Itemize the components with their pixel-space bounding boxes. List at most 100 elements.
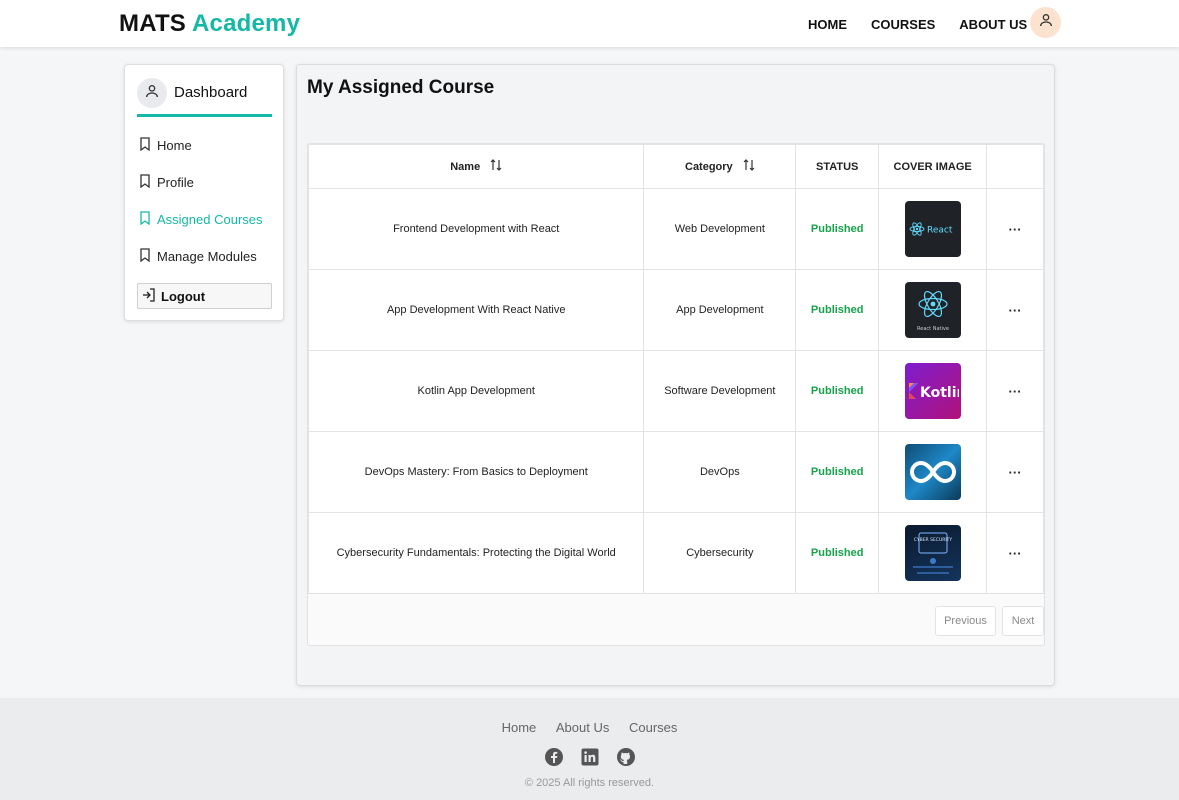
cover-image-cell: React (878, 188, 988, 270)
status-badge: Published (795, 188, 880, 270)
cover-text: CYBER SECURITY (913, 537, 952, 543)
facebook-icon[interactable] (544, 747, 564, 772)
sidebar-item-profile[interactable]: Profile (139, 173, 194, 191)
sidebar-item-manage-modules[interactable]: Manage Modules (139, 247, 257, 265)
row-actions-cell: ··· (986, 350, 1044, 432)
next-page-button[interactable]: Next (1002, 606, 1044, 636)
course-name: App Development With React Native (307, 269, 645, 351)
sidebar-item-label: Home (157, 137, 192, 153)
table-row: Kotlin App Development Software Developm… (307, 350, 1044, 432)
bookmark-icon (139, 247, 157, 265)
cover-text: Kotlin (920, 385, 959, 401)
footer-link-courses[interactable]: Courses (629, 720, 677, 735)
cover-image-devops (904, 444, 961, 500)
nav-link-home[interactable]: HOME (808, 17, 847, 32)
cover-text: React (927, 226, 953, 236)
column-header-name[interactable]: Name (307, 144, 645, 189)
brand-name-part2: Academy (192, 10, 301, 37)
sidebar-item-label: Profile (157, 174, 194, 190)
user-icon (144, 83, 160, 104)
sidebar-title: Dashboard (174, 84, 248, 101)
cover-image-cybersecurity: CYBER SECURITY (904, 525, 961, 581)
course-category: App Development (643, 269, 797, 351)
table-row: Frontend Development with React Web Deve… (307, 188, 1044, 270)
copyright-text: © 2025 All rights reserved. (524, 777, 655, 789)
logout-icon (142, 287, 161, 305)
column-header-cover-image: COVER IMAGE (878, 144, 988, 189)
more-options-button[interactable]: ··· (1009, 303, 1022, 318)
course-category: Cybersecurity (643, 512, 797, 594)
table-row: Cybersecurity Fundamentals: Protecting t… (307, 512, 1044, 594)
row-actions-cell: ··· (986, 512, 1044, 594)
sidebar-item-label: Manage Modules (157, 248, 257, 264)
column-header-actions (986, 144, 1044, 189)
top-navbar: MATS Academy HOME COURSES ABOUT US (0, 0, 1179, 47)
course-name: Kotlin App Development (307, 350, 645, 432)
column-header-status: STATUS (795, 144, 880, 189)
row-actions-cell: ··· (986, 269, 1044, 351)
user-icon (1038, 12, 1054, 33)
footer-link-home[interactable]: Home (502, 720, 537, 735)
sidebar-item-label: Assigned Courses (157, 211, 263, 227)
course-name: Frontend Development with React (307, 188, 645, 270)
status-badge: Published (795, 431, 880, 513)
footer: Home About Us Courses © 2025 All rights … (0, 698, 1179, 800)
logout-button[interactable]: Logout (137, 283, 272, 309)
cover-image-react: React (904, 201, 961, 257)
footer-social-icons (0, 747, 1179, 772)
sidebar-header: Dashboard (137, 78, 272, 117)
courses-table-card: Name Category STATUS COVER IMAGE Fronten… (307, 143, 1045, 646)
bookmark-icon (139, 173, 157, 191)
page-title: My Assigned Course (307, 77, 495, 98)
more-options-button[interactable]: ··· (1009, 384, 1022, 399)
course-name: DevOps Mastery: From Basics to Deploymen… (307, 431, 645, 513)
more-options-button[interactable]: ··· (1009, 546, 1022, 561)
course-name: Cybersecurity Fundamentals: Protecting t… (307, 512, 645, 594)
more-options-button[interactable]: ··· (1009, 222, 1022, 237)
bookmark-icon (139, 210, 157, 228)
status-badge: Published (795, 350, 880, 432)
row-actions-cell: ··· (986, 188, 1044, 270)
column-header-label: Name (450, 160, 481, 173)
footer-links: Home About Us Courses (0, 720, 1179, 735)
course-category: Web Development (643, 188, 797, 270)
cover-image-cell: React Native (878, 269, 988, 351)
cover-image-cell (878, 431, 988, 513)
brand-name-part1: MATS (119, 10, 187, 37)
status-badge: Published (795, 269, 880, 351)
sidebar-item-assigned-courses[interactable]: Assigned Courses (139, 210, 263, 228)
cover-image-cell: Kotlin (878, 350, 988, 432)
course-category: DevOps (643, 431, 797, 513)
sidebar-avatar (137, 78, 167, 108)
cover-text: React Native (917, 326, 949, 332)
github-icon[interactable] (616, 747, 636, 772)
sort-icon (480, 159, 502, 174)
nav-link-about-us[interactable]: ABOUT US (959, 17, 1027, 32)
column-header-category[interactable]: Category (643, 144, 797, 189)
table-row: App Development With React Native App De… (307, 269, 1044, 351)
sidebar-item-home[interactable]: Home (139, 136, 192, 154)
main-panel: My Assigned Course Name Category STATUS (296, 64, 1055, 686)
courses-table: Name Category STATUS COVER IMAGE Fronten… (307, 144, 1044, 594)
bookmark-icon (139, 136, 157, 154)
linkedin-icon[interactable] (580, 747, 600, 772)
table-row: DevOps Mastery: From Basics to Deploymen… (307, 431, 1044, 513)
more-options-button[interactable]: ··· (1009, 465, 1022, 480)
user-avatar-button[interactable] (1030, 7, 1061, 38)
sort-icon (733, 159, 755, 174)
cover-image-cell: CYBER SECURITY (878, 512, 988, 594)
cover-image-react-native: React Native (904, 282, 961, 338)
course-category: Software Development (643, 350, 797, 432)
footer-link-about-us[interactable]: About Us (556, 720, 609, 735)
sidebar: Dashboard Home Profile Assigned Courses … (124, 64, 284, 321)
row-actions-cell: ··· (986, 431, 1044, 513)
previous-page-button[interactable]: Previous (935, 606, 996, 636)
status-badge: Published (795, 512, 880, 594)
cover-image-kotlin: Kotlin (904, 363, 961, 419)
nav-links: HOME COURSES ABOUT US (808, 17, 1051, 32)
logout-label: Logout (161, 288, 206, 304)
nav-link-courses[interactable]: COURSES (871, 17, 935, 32)
table-header-row: Name Category STATUS COVER IMAGE (307, 144, 1044, 189)
brand-logo[interactable]: MATS Academy (119, 10, 300, 38)
column-header-label: Category (685, 160, 733, 173)
